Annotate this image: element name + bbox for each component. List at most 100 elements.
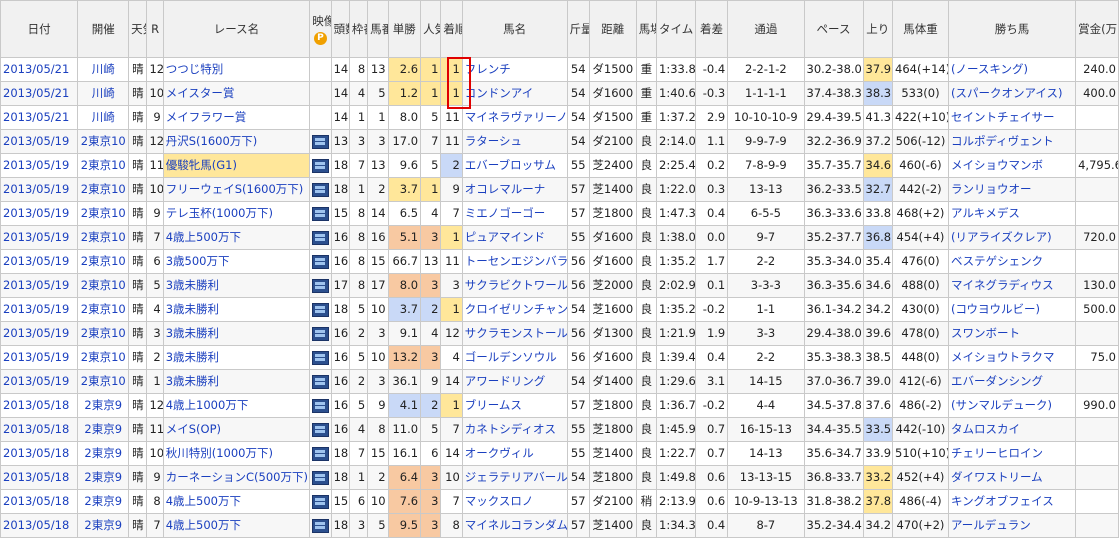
cell-winner[interactable]: ベステゲシェンク xyxy=(947,249,1077,274)
cell-video[interactable] xyxy=(309,81,332,106)
cell-venue[interactable]: 2東京10 xyxy=(77,225,130,250)
cell-venue[interactable]: 2東京10 xyxy=(77,345,130,370)
cell-horse-name[interactable]: ミエノゴーゴー xyxy=(461,201,568,226)
cell-venue[interactable]: 2東京10 xyxy=(77,249,130,274)
cell-venue[interactable]: 2東京9 xyxy=(77,417,130,442)
cell-venue[interactable]: 川崎 xyxy=(77,105,130,130)
cell-race-name[interactable]: メイスター賞 xyxy=(162,81,311,106)
cell-video[interactable] xyxy=(309,345,332,370)
cell-horse-name[interactable]: オコレマルーナ xyxy=(461,177,568,202)
cell-race-name[interactable]: フリーウェイS(1600万下) xyxy=(162,177,311,202)
cell-race-name[interactable]: 3歳500万下 xyxy=(162,249,311,274)
cell-video[interactable] xyxy=(309,321,332,346)
cell-video[interactable] xyxy=(309,225,332,250)
cell-horse-name[interactable]: エバーブロッサム xyxy=(461,153,568,178)
cell-venue[interactable]: 2東京9 xyxy=(77,465,130,490)
cell-winner[interactable]: ダイワストリーム xyxy=(947,465,1077,490)
video-icon[interactable] xyxy=(312,134,330,149)
cell-video[interactable] xyxy=(309,57,332,82)
cell-winner[interactable]: チェリーヒロイン xyxy=(947,441,1077,466)
video-icon[interactable] xyxy=(312,326,330,341)
cell-winner[interactable]: アルキメデス xyxy=(947,201,1077,226)
cell-horse-name[interactable]: マイネラヴァリーノ xyxy=(461,105,568,130)
cell-horse-name[interactable]: サクラビクトワール xyxy=(461,273,568,298)
cell-horse-name[interactable]: アワードリング xyxy=(461,369,568,394)
cell-winner[interactable]: セイントチェイサー xyxy=(947,105,1077,130)
cell-horse-name[interactable]: フレンチ xyxy=(461,57,568,82)
video-icon[interactable] xyxy=(312,470,330,485)
cell-video[interactable] xyxy=(309,489,332,514)
cell-race-name[interactable]: 3歳未勝利 xyxy=(162,297,311,322)
cell-horse-name[interactable]: カネトシディオス xyxy=(461,417,568,442)
cell-date[interactable]: 2013/05/19 xyxy=(0,201,79,226)
cell-race-name[interactable]: 4歳上500万下 xyxy=(162,225,311,250)
cell-video[interactable] xyxy=(309,417,332,442)
video-icon[interactable] xyxy=(312,254,330,269)
cell-venue[interactable]: 2東京10 xyxy=(77,273,130,298)
cell-date[interactable]: 2013/05/21 xyxy=(0,105,79,130)
premium-p-icon[interactable]: P xyxy=(313,31,327,45)
video-icon[interactable] xyxy=(312,446,330,461)
cell-winner[interactable]: メイショウトラクマ xyxy=(947,345,1077,370)
cell-date[interactable]: 2013/05/19 xyxy=(0,153,79,178)
cell-date[interactable]: 2013/05/19 xyxy=(0,321,79,346)
cell-winner[interactable]: (コウヨウルビー) xyxy=(947,297,1077,322)
cell-venue[interactable]: 2東京10 xyxy=(77,297,130,322)
cell-horse-name[interactable]: トーセンエジンバラ xyxy=(461,249,568,274)
cell-venue[interactable]: 2東京10 xyxy=(77,153,130,178)
cell-video[interactable] xyxy=(309,393,332,418)
cell-race-name[interactable]: 優駿牝馬(G1) xyxy=(162,153,311,178)
cell-venue[interactable]: 2東京10 xyxy=(77,369,130,394)
cell-venue[interactable]: 川崎 xyxy=(77,81,130,106)
cell-horse-name[interactable]: ピュアマインド xyxy=(461,225,568,250)
video-icon[interactable] xyxy=(312,158,330,173)
cell-date[interactable]: 2013/05/18 xyxy=(0,465,79,490)
cell-video[interactable] xyxy=(309,441,332,466)
cell-winner[interactable]: タムロスカイ xyxy=(947,417,1077,442)
cell-horse-name[interactable]: ラターシュ xyxy=(461,129,568,154)
video-icon[interactable] xyxy=(312,206,330,221)
cell-date[interactable]: 2013/05/19 xyxy=(0,225,79,250)
cell-venue[interactable]: 2東京9 xyxy=(77,393,130,418)
cell-winner[interactable]: (ノースキング) xyxy=(947,57,1077,82)
video-icon[interactable] xyxy=(312,278,330,293)
video-icon[interactable] xyxy=(312,494,330,509)
col-date[interactable]: 日付 xyxy=(0,0,79,58)
cell-race-name[interactable]: 丹沢S(1600万下) xyxy=(162,129,311,154)
cell-race-name[interactable]: 3歳未勝利 xyxy=(162,369,311,394)
col-venue[interactable]: 開催 xyxy=(77,0,130,58)
cell-venue[interactable]: 2東京9 xyxy=(77,489,130,514)
cell-winner[interactable]: (サンマルデューク) xyxy=(947,393,1077,418)
video-icon[interactable] xyxy=(312,182,330,197)
cell-race-name[interactable]: カーネーションC(500万下) xyxy=(162,465,311,490)
cell-horse-name[interactable]: サクラモンストール xyxy=(461,321,568,346)
cell-date[interactable]: 2013/05/18 xyxy=(0,441,79,466)
cell-date[interactable]: 2013/05/19 xyxy=(0,177,79,202)
col-race-name[interactable]: レース名 xyxy=(162,0,311,58)
cell-date[interactable]: 2013/05/18 xyxy=(0,489,79,514)
cell-date[interactable]: 2013/05/19 xyxy=(0,273,79,298)
cell-winner[interactable]: ランリョウオー xyxy=(947,177,1077,202)
cell-winner[interactable]: コルポディヴェント xyxy=(947,129,1077,154)
cell-race-name[interactable]: 3歳未勝利 xyxy=(162,321,311,346)
cell-horse-name[interactable]: ブリームス xyxy=(461,393,568,418)
cell-date[interactable]: 2013/05/19 xyxy=(0,129,79,154)
cell-horse-name[interactable]: コンドンアイ xyxy=(461,81,568,106)
cell-venue[interactable]: 2東京10 xyxy=(77,177,130,202)
cell-video[interactable] xyxy=(309,465,332,490)
cell-venue[interactable]: 2東京10 xyxy=(77,129,130,154)
cell-video[interactable] xyxy=(309,273,332,298)
cell-race-name[interactable]: 4歳上500万下 xyxy=(162,489,311,514)
video-icon[interactable] xyxy=(312,230,330,245)
cell-date[interactable]: 2013/05/21 xyxy=(0,81,79,106)
cell-race-name[interactable]: つつじ特別 xyxy=(162,57,311,82)
cell-race-name[interactable]: 4歳上1000万下 xyxy=(162,393,311,418)
cell-video[interactable] xyxy=(309,369,332,394)
cell-video[interactable] xyxy=(309,201,332,226)
cell-venue[interactable]: 川崎 xyxy=(77,57,130,82)
cell-video[interactable] xyxy=(309,177,332,202)
video-icon[interactable] xyxy=(312,398,330,413)
cell-race-name[interactable]: メイS(OP) xyxy=(162,417,311,442)
cell-date[interactable]: 2013/05/19 xyxy=(0,297,79,322)
cell-video[interactable] xyxy=(309,249,332,274)
